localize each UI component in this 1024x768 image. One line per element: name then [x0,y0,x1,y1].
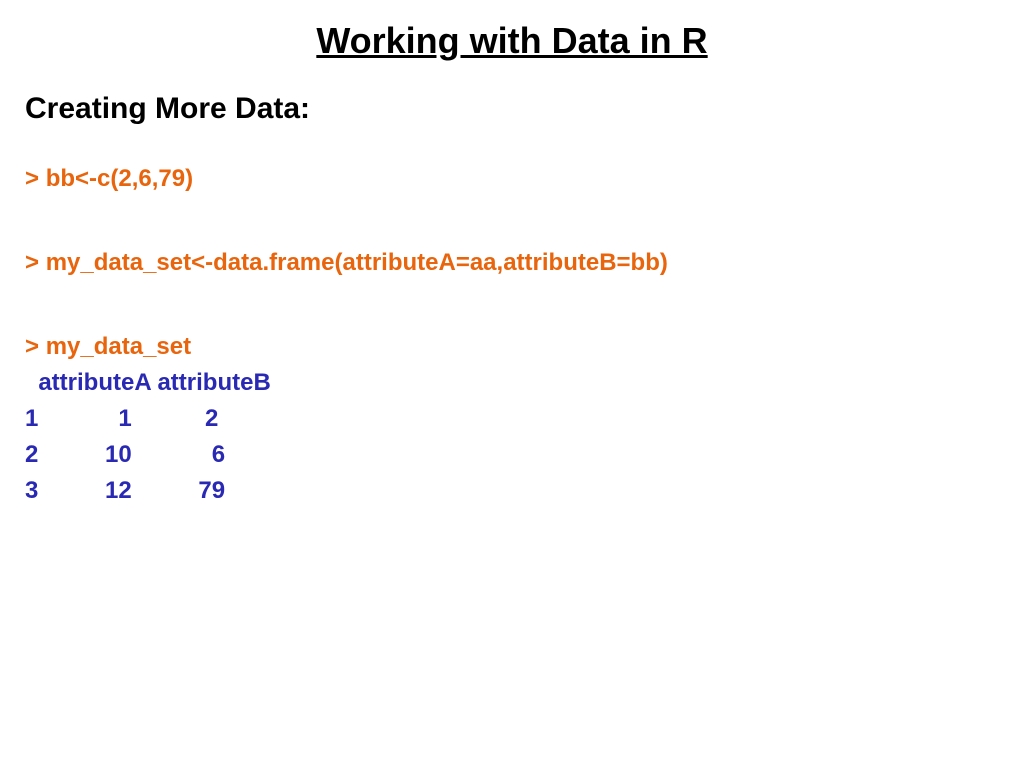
prompt: > [25,333,39,360]
section-heading: Creating More Data: [25,92,999,126]
output-header: attributeA attributeB [25,365,999,401]
command-text: bb<-c(2,6,79) [46,165,193,192]
prompt: > [25,249,39,276]
output-row: 1 1 2 [25,401,999,437]
command-line-1: > bb<-c(2,6,79) [25,161,999,197]
output-row: 3 12 79 [25,473,999,509]
command-line-3: > my_data_set [25,329,999,365]
output-row: 2 10 6 [25,437,999,473]
slide-title: Working with Data in R [25,20,999,62]
command-text: my_data_set<-data.frame(attributeA=aa,at… [46,249,668,276]
command-text: my_data_set [46,333,191,360]
command-line-2: > my_data_set<-data.frame(attributeA=aa,… [25,245,999,281]
code-block: > bb<-c(2,6,79) > my_data_set<-data.fram… [25,161,999,509]
prompt: > [25,165,39,192]
